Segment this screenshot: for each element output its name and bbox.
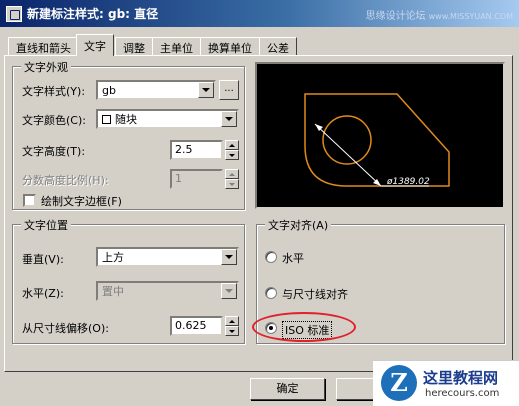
preview-pane: ø1389.02 [255, 62, 505, 209]
text-height-input[interactable]: 2.5 [170, 140, 223, 160]
vertical-label: 垂直(V): [22, 253, 64, 266]
align-horizontal-label: 水平 [282, 252, 304, 265]
text-height-spinner[interactable] [225, 140, 239, 160]
text-color-label: 文字颜色(C): [22, 114, 86, 127]
dimension-preview-drawing: ø1389.02 [304, 93, 450, 187]
spin-down-icon[interactable] [225, 150, 239, 160]
chevron-down-icon[interactable] [198, 82, 214, 98]
spin-up-icon[interactable] [225, 140, 239, 150]
watermark: 思缘设计论坛 www.MISSYUAN.COM [365, 11, 513, 22]
highlight-annotation [252, 312, 356, 342]
spin-up-icon[interactable] [225, 169, 239, 179]
tab-strip: 直线和箭头 文字 调整 主单位 换算单位 公差 [8, 34, 297, 56]
tab-alternate-units[interactable]: 换算单位 [200, 37, 260, 56]
text-color-dropdown[interactable]: 随块 [96, 109, 239, 129]
fraction-height-label: 分数高度比例(H): [22, 174, 109, 187]
draw-frame-checkbox[interactable] [23, 194, 36, 207]
text-style-label: 文字样式(Y): [22, 85, 86, 98]
text-style-dropdown[interactable]: gb [96, 80, 216, 100]
tab-fit[interactable]: 调整 [115, 37, 153, 56]
app-icon [6, 5, 22, 22]
spin-down-icon[interactable] [225, 179, 239, 189]
fraction-height-input[interactable]: 1 [170, 169, 223, 189]
offset-label: 从尺寸线偏移(O): [22, 322, 109, 335]
fraction-height-spinner[interactable] [225, 169, 239, 189]
horizontal-label: 水平(Z): [22, 287, 64, 300]
spin-up-icon[interactable] [225, 316, 239, 326]
horizontal-dropdown[interactable]: 置中 [96, 281, 239, 301]
tab-text[interactable]: 文字 [76, 34, 114, 56]
logo-icon: Z [381, 365, 417, 401]
vertical-dropdown[interactable]: 上方 [96, 247, 239, 267]
spin-down-icon[interactable] [225, 326, 239, 336]
chevron-down-icon[interactable] [221, 283, 237, 299]
svg-text:ø1389.02: ø1389.02 [386, 177, 430, 187]
group-title: 文字外观 [21, 59, 71, 75]
align-with-dimline-label: 与尺寸线对齐 [282, 288, 348, 301]
tab-lines-arrows[interactable]: 直线和箭头 [8, 37, 79, 56]
text-style-browse-button[interactable]: ... [219, 80, 239, 100]
chevron-down-icon[interactable] [221, 111, 237, 127]
align-with-dimline-radio[interactable] [265, 287, 277, 299]
window-title: 新建标注样式: gb: 直径 [27, 7, 159, 21]
site-logo: Z 这里教程网 herecours.com [373, 360, 519, 406]
align-horizontal-radio[interactable] [265, 251, 277, 263]
logo-name: 这里教程网 [423, 369, 499, 387]
draw-frame-label: 绘制文字边框(F) [41, 195, 122, 208]
offset-input[interactable]: 0.625 [170, 316, 223, 336]
color-swatch [102, 114, 111, 124]
group-title: 文字位置 [21, 217, 71, 233]
group-title: 文字对齐(A) [265, 217, 332, 233]
tab-tolerances[interactable]: 公差 [259, 37, 297, 56]
offset-spinner[interactable] [225, 316, 239, 336]
tab-primary-units[interactable]: 主单位 [152, 37, 201, 56]
text-height-label: 文字高度(T): [22, 145, 86, 158]
chevron-down-icon[interactable] [221, 249, 237, 265]
logo-url: herecours.com [425, 388, 500, 399]
ok-button[interactable]: 确定 [250, 378, 325, 400]
